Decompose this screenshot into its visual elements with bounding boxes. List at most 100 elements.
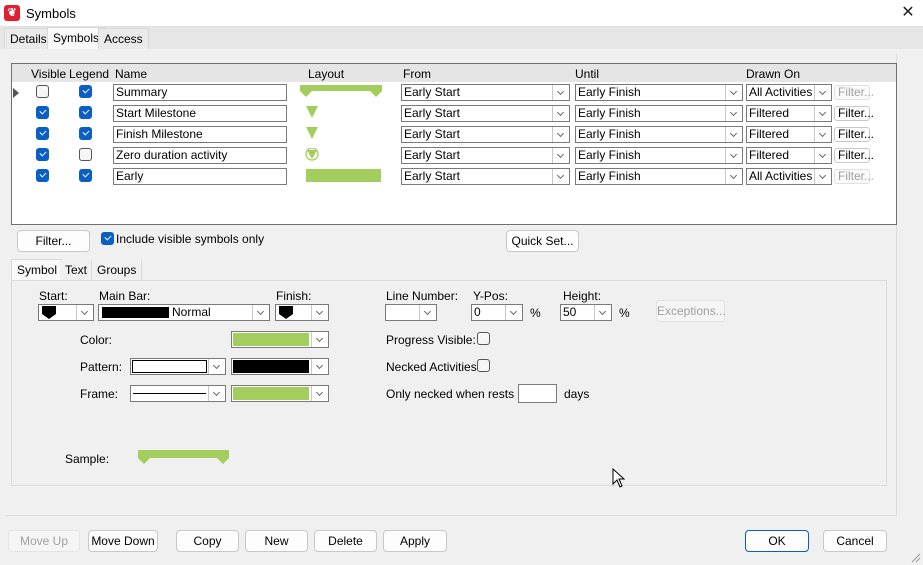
from-select[interactable]: Early Start: [401, 105, 570, 122]
drawn-on-select[interactable]: Filtered: [746, 105, 832, 122]
frame-line-swatch: [133, 393, 206, 394]
row-filter-button[interactable]: Filter...: [834, 85, 874, 100]
legend-checkbox[interactable]: [79, 127, 92, 140]
include-visible-label: Include visible symbols only: [116, 232, 265, 246]
line-number-label: Line Number:: [386, 289, 459, 303]
mouse-cursor: [612, 468, 626, 488]
legend-checkbox[interactable]: [79, 106, 92, 119]
filter-button[interactable]: Filter...: [17, 230, 90, 252]
until-select[interactable]: Early Finish: [575, 168, 743, 185]
include-visible-checkbox[interactable]: [101, 232, 114, 245]
from-select[interactable]: Early Start: [401, 84, 570, 101]
until-select[interactable]: Early Finish: [575, 84, 743, 101]
symbol-name-input[interactable]: Start Milestone: [113, 105, 287, 122]
row-filter-button[interactable]: Filter...: [834, 127, 874, 142]
start-shape-select[interactable]: [38, 304, 94, 321]
sample-label: Sample:: [65, 452, 110, 466]
chevron-down-icon: [725, 85, 742, 100]
visible-checkbox[interactable]: [36, 148, 49, 161]
new-button[interactable]: New: [245, 530, 308, 552]
row-filter-button[interactable]: Filter...: [834, 148, 874, 163]
chevron-down-icon: [814, 169, 831, 184]
line-number-select[interactable]: [385, 304, 437, 321]
drawn-on-select[interactable]: Filtered: [746, 126, 832, 143]
close-icon[interactable]: ✕: [898, 4, 918, 22]
days-label: days: [564, 387, 590, 401]
col-legend: Legend: [69, 67, 110, 81]
height-select[interactable]: 50: [560, 304, 612, 321]
legend-checkbox[interactable]: [79, 169, 92, 182]
visible-checkbox[interactable]: [36, 106, 49, 119]
pattern-select[interactable]: [130, 358, 226, 375]
until-select[interactable]: Early Finish: [575, 105, 743, 122]
legend-checkbox[interactable]: [79, 85, 92, 98]
chevron-down-icon: [552, 85, 569, 100]
visible-checkbox[interactable]: [36, 127, 49, 140]
row-filter-button[interactable]: Filter...: [834, 106, 874, 121]
pattern-color-select[interactable]: [231, 358, 329, 375]
until-select[interactable]: Early Finish: [575, 126, 743, 143]
until-select[interactable]: Early Finish: [575, 147, 743, 164]
cancel-button[interactable]: Cancel: [823, 530, 887, 552]
visible-checkbox[interactable]: [36, 85, 49, 98]
drawn-on-select[interactable]: All Activities: [746, 168, 832, 185]
main-bar-label: Main Bar:: [99, 289, 151, 303]
from-select[interactable]: Early Start: [401, 147, 570, 164]
subtab-text[interactable]: Text: [60, 260, 93, 281]
tab-access[interactable]: Access: [98, 28, 149, 49]
subtab-groups[interactable]: Groups: [91, 260, 143, 281]
ypos-label: Y-Pos:: [473, 289, 508, 303]
tab-symbols[interactable]: Symbols: [47, 27, 106, 49]
layout-preview-triangle-down: [306, 106, 318, 118]
apply-button[interactable]: Apply: [383, 530, 447, 552]
copy-button[interactable]: Copy: [176, 530, 239, 552]
progress-visible-checkbox[interactable]: [477, 332, 490, 345]
sample-preview: [138, 450, 229, 464]
finish-shape-select[interactable]: [275, 304, 329, 321]
move-down-button[interactable]: Move Down: [88, 530, 158, 552]
row-filter-button[interactable]: Filter...: [834, 169, 874, 184]
layout-preview-summary-bar: [300, 85, 382, 97]
frame-color-swatch: [233, 387, 309, 400]
from-select[interactable]: Early Start: [401, 168, 570, 185]
frame-color-select[interactable]: [231, 385, 329, 402]
color-swatch: [233, 333, 309, 346]
main-bar-swatch: [102, 307, 169, 318]
main-bar-select[interactable]: Normal: [98, 304, 270, 321]
col-from: From: [403, 67, 431, 81]
pattern-label: Pattern:: [80, 360, 123, 374]
color-select[interactable]: [231, 331, 329, 348]
frame-label: Frame:: [80, 387, 119, 401]
window-title: Symbols: [26, 6, 76, 21]
ypos-select[interactable]: 0: [471, 304, 523, 321]
chevron-down-icon: [814, 85, 831, 100]
symbol-name-input[interactable]: Summary: [113, 84, 287, 101]
frame-style-select[interactable]: [130, 385, 226, 402]
col-name: Name: [115, 67, 148, 81]
visible-checkbox[interactable]: [36, 169, 49, 182]
drawn-on-select[interactable]: Filtered: [746, 147, 832, 164]
symbol-name-input[interactable]: Zero duration activity: [113, 147, 287, 164]
chevron-down-icon: [725, 148, 742, 163]
chevron-down-icon: [725, 106, 742, 121]
rests-input[interactable]: [518, 384, 557, 403]
from-select[interactable]: Early Start: [401, 126, 570, 143]
resize-grip-icon[interactable]: [911, 553, 921, 563]
progress-visible-label: Progress Visible:: [386, 333, 476, 347]
current-row-indicator: [13, 88, 19, 98]
delete-button[interactable]: Delete: [314, 530, 377, 552]
drawn-on-select[interactable]: All Activities: [746, 84, 832, 101]
symbol-name-input[interactable]: Early: [113, 168, 287, 185]
move-up-button[interactable]: Move Up: [8, 530, 80, 552]
subtab-symbol[interactable]: Symbol: [11, 259, 64, 281]
app-logo-icon: ❦: [4, 5, 20, 21]
necked-activities-checkbox[interactable]: [477, 359, 490, 372]
ok-button[interactable]: OK: [745, 530, 809, 552]
tab-details[interactable]: Details: [4, 28, 53, 49]
chevron-down-icon: [552, 127, 569, 142]
symbol-name-input[interactable]: Finish Milestone: [113, 126, 287, 143]
quick-set-button[interactable]: Quick Set...: [506, 230, 579, 252]
exceptions-button[interactable]: Exceptions...: [656, 300, 726, 322]
legend-checkbox[interactable]: [79, 148, 92, 161]
col-layout: Layout: [308, 67, 345, 81]
